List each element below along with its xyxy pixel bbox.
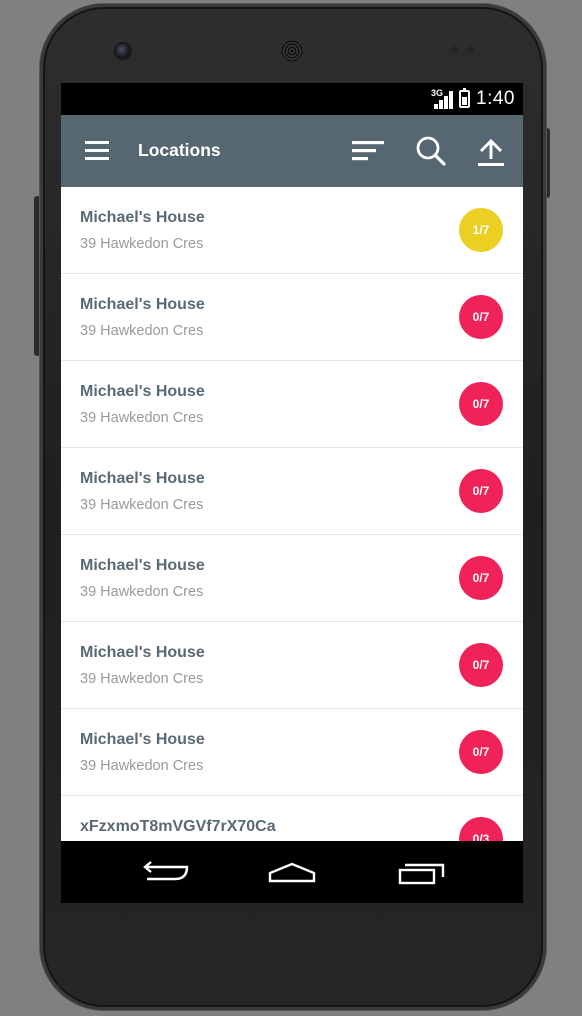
menu-icon[interactable] xyxy=(85,141,109,161)
network-type-label: 3G xyxy=(431,88,444,98)
progress-badge: 0/7 xyxy=(459,295,503,339)
back-icon[interactable] xyxy=(133,853,193,893)
earpiece-speaker xyxy=(281,40,303,62)
location-list: Michael's House 39 Hawkedon Cres 1/7 Michae… xyxy=(61,187,523,883)
search-icon[interactable] xyxy=(413,133,449,169)
recents-icon[interactable] xyxy=(391,853,451,893)
progress-badge: 0/7 xyxy=(459,556,503,600)
location-name: Michael's House xyxy=(80,209,205,226)
status-bar: 3G 1:40 xyxy=(61,83,523,115)
location-row[interactable]: Michael's House 39 Hawkedon Cres 1/7 xyxy=(61,187,523,274)
status-icons: 3G 1:40 xyxy=(431,83,515,115)
upload-icon[interactable] xyxy=(473,133,509,169)
location-address: 39 Hawkedon Cres xyxy=(80,323,204,339)
location-address: 39 Hawkedon Cres xyxy=(80,236,204,252)
location-name: Michael's House xyxy=(80,557,205,574)
progress-badge: 0/7 xyxy=(459,643,503,687)
location-address: 39 Hawkedon Cres xyxy=(80,497,204,513)
location-name: xFzxmoT8mVGVf7rX70Ca xyxy=(80,818,276,835)
status-clock: 1:40 xyxy=(476,88,515,109)
battery-charging-icon xyxy=(459,88,471,108)
location-address: 39 Hawkedon Cres xyxy=(80,410,204,426)
location-row[interactable]: Michael's House 39 Hawkedon Cres 0/7 xyxy=(61,622,523,709)
progress-badge: 1/7 xyxy=(459,208,503,252)
location-name: Michael's House xyxy=(80,296,205,313)
navigation-bar xyxy=(61,841,523,903)
location-name: Michael's House xyxy=(80,731,205,748)
progress-badge: 0/7 xyxy=(459,730,503,774)
location-row[interactable]: Michael's House 39 Hawkedon Cres 0/7 xyxy=(61,448,523,535)
location-address: 39 Hawkedon Cres xyxy=(80,758,204,774)
location-name: Michael's House xyxy=(80,383,205,400)
progress-badge: 0/7 xyxy=(459,382,503,426)
progress-badge: 0/7 xyxy=(459,469,503,513)
location-row[interactable]: Michael's House 39 Hawkedon Cres 0/7 xyxy=(61,274,523,361)
sort-icon[interactable] xyxy=(351,133,387,169)
location-row[interactable]: Michael's House 39 Hawkedon Cres 0/7 xyxy=(61,709,523,796)
location-row[interactable]: Michael's House 39 Hawkedon Cres 0/7 xyxy=(61,361,523,448)
front-camera xyxy=(116,44,130,58)
screen: 3G 1:40 Locations Michael's House 39 Haw… xyxy=(61,83,523,903)
proximity-sensor xyxy=(451,46,459,54)
signal-icon: 3G xyxy=(431,88,454,109)
location-name: Michael's House xyxy=(80,470,205,487)
light-sensor xyxy=(467,46,475,54)
location-row[interactable]: Michael's House 39 Hawkedon Cres 0/7 xyxy=(61,535,523,622)
location-address: 39 Hawkedon Cres xyxy=(80,671,204,687)
location-address: 39 Hawkedon Cres xyxy=(80,584,204,600)
page-title: Locations xyxy=(138,140,221,160)
location-name: Michael's House xyxy=(80,644,205,661)
home-icon[interactable] xyxy=(262,853,322,893)
app-toolbar: Locations xyxy=(61,115,523,187)
